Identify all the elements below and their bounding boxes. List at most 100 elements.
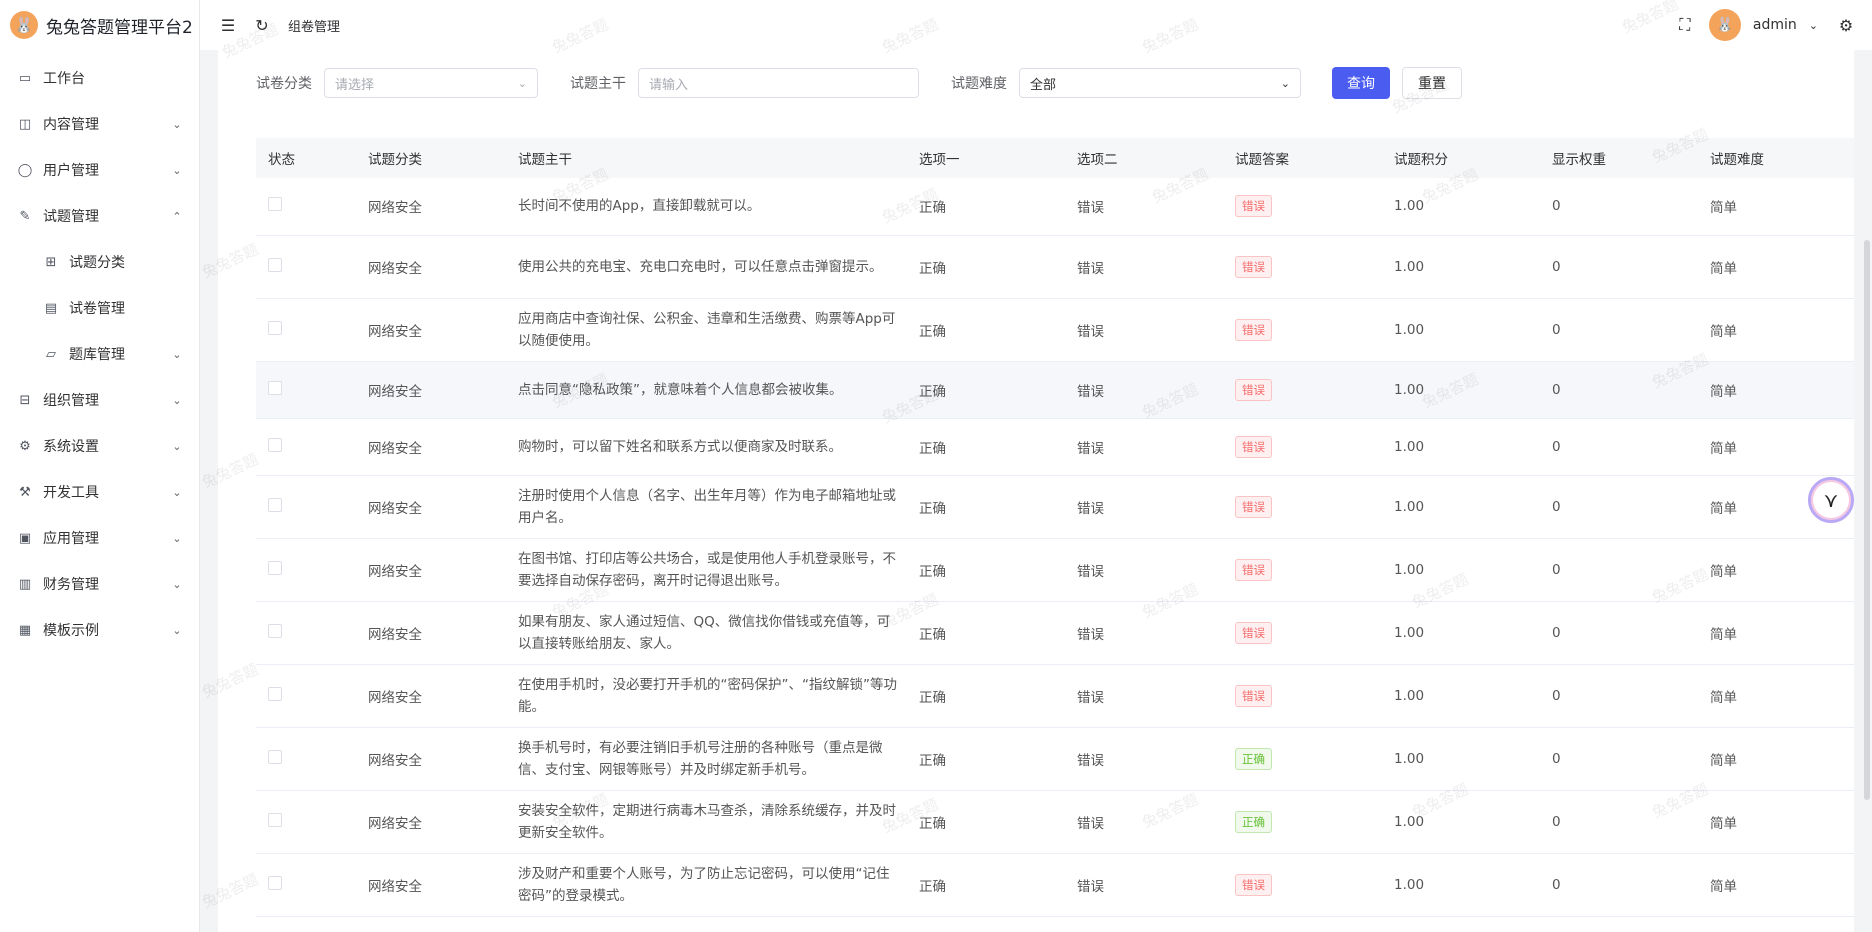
sidebar-item-4[interactable]: ⊞ 试题分类 [0,239,199,285]
status-checkbox[interactable] [268,197,282,212]
stem-cell: 如果有朋友、家人通过短信、QQ、微信找你借钱或充值等，可以直接转账给朋友、家人。 [506,601,907,665]
fullscreen-icon[interactable]: ⛶ [1673,13,1697,37]
status-checkbox[interactable] [268,320,282,335]
status-cell [256,475,356,539]
table-row[interactable]: 网络安全 应用商店中查询社保、公积金、违章和生活缴费、购票等App可以随便使用。 正… [256,298,1854,362]
chart-icon: ▥ [18,576,32,592]
table-row[interactable]: 网络安全 注册时使用个人信息（名字、出生年月等）作为电子邮箱地址或用户名。 正确 错误… [256,475,1854,539]
category-cell: 网络安全 [356,235,506,299]
weight-cell-text: 0 [1552,498,1561,515]
option2-cell-text: 错误 [1077,323,1104,340]
collapse-menu-icon[interactable]: ☰ [216,13,240,37]
sidebar-item-1[interactable]: ◫ 内容管理 ⌄ [0,101,199,147]
category-select[interactable]: 请选择 ⌄ [324,68,538,98]
difficulty-select[interactable]: 全部 ⌄ [1019,68,1301,98]
score-cell: 1.00 [1382,853,1540,917]
option1-cell-text: 正确 [919,260,946,277]
answer-tag: 错误 [1235,621,1272,644]
sidebar-item-11[interactable]: ▥ 财务管理 ⌄ [0,561,199,607]
category-select-placeholder: 请选择 [335,77,375,93]
table-row[interactable]: 网络安全 在使用手机时，没必要打开手机的“密码保护”、“指纹解锁”等功能。 正确 错误… [256,664,1854,728]
status-checkbox[interactable] [268,812,282,827]
weight-cell: 0 [1540,727,1698,791]
answer-cell: 错误 [1223,853,1382,917]
top-header: ☰ ↻ 组卷管理 ⛶ 🐰 admin ⌄ ⚙ [200,0,1872,50]
status-checkbox[interactable] [268,257,282,272]
category-cell-text: 网络安全 [368,440,422,457]
sidebar-item-5[interactable]: ▤ 试卷管理 [0,285,199,331]
option1-cell-text: 正确 [919,626,946,643]
option1-cell [907,916,1065,932]
sidebar-item-0[interactable]: ▭ 工作台 [0,55,199,101]
questions-table: 状态 试题分类 试题主干 选项一 选项二 试题答案 试题积分 显示权重 试题难度 网络安全 长时间… [256,138,1854,932]
answer-tag: 错误 [1235,195,1272,218]
stem-cell-text: 长时间不使用的App，直接卸载就可以。 [518,198,761,215]
sidebar-menu: ▭ 工作台 ◫ 内容管理 ⌄ ◯ 用户管理 ⌄ ✎ 试题管理 ⌃ ⊞ 试题分类 ▤ 试卷管理 ▱ 题库管理 ⌄ ⊟ 组… [0,55,199,653]
avatar[interactable]: 🐰 [1708,9,1741,41]
sidebar-item-6[interactable]: ▱ 题库管理 ⌄ [0,331,199,377]
sidebar-item-7[interactable]: ⊟ 组织管理 ⌄ [0,377,199,423]
answer-cell: 错误 [1223,418,1382,476]
sidebar-item-label: 系统设置 [43,439,99,455]
status-cell [256,916,356,932]
table-row[interactable]: 网络安全 换手机号时，有必要注销旧手机号注册的各种账号（重点是微信、支付宝、网银等… [256,727,1854,791]
score-cell: 1.00 [1382,418,1540,476]
stem-cell-text: 在图书馆、打印店等公共场合，或是使用他人手机登录账号，不要选择自动保存密码，离开… [518,550,896,589]
sidebar-item-3[interactable]: ✎ 试题管理 ⌃ [0,193,199,239]
answer-tag: 错误 [1235,435,1272,458]
sidebar-item-12[interactable]: ▦ 模板示例 ⌄ [0,607,199,653]
refresh-icon[interactable]: ↻ [250,13,274,37]
answer-tag: 错误 [1235,495,1272,518]
option2-cell: 错误 [1065,361,1223,419]
stem-cell-text: 在使用手机时，没必要打开手机的“密码保护”、“指纹解锁”等功能。 [518,676,897,715]
score-cell: 1.00 [1382,727,1540,791]
table-row[interactable]: 网络安全 安装安全软件，定期进行病毒木马查杀，清除系统缓存，并及时更新安全软件。 正… [256,790,1854,854]
page-scrollbar[interactable] [1864,240,1870,800]
answer-cell: 错误 [1223,361,1382,419]
stem-search-input[interactable]: 请输入 [638,68,919,98]
weight-cell-text: 0 [1552,561,1561,578]
table-row[interactable]: 网络安全 购物时，可以留下姓名和联系方式以便商家及时联系。 正确 错误 错误 1.00 0 简… [256,418,1854,476]
status-checkbox[interactable] [268,560,282,575]
status-checkbox[interactable] [268,437,282,452]
search-button[interactable]: 查询 [1332,67,1390,99]
status-checkbox[interactable] [268,686,282,701]
difficulty-cell-text: 简单 [1710,752,1737,769]
difficulty-cell: 简单 [1698,664,1854,728]
status-checkbox[interactable] [268,749,282,764]
username[interactable]: admin [1753,17,1797,33]
sidebar-item-10[interactable]: ▣ 应用管理 ⌄ [0,515,199,561]
option2-cell-text: 错误 [1077,500,1104,517]
assistant-float-icon[interactable]: ⋎ [1808,477,1854,523]
table-row[interactable]: 网络安全 如果有朋友、家人通过短信、QQ、微信找你借钱或充值等，可以直接转账给朋友… [256,601,1854,665]
weight-cell: 0 [1540,178,1698,236]
score-cell: 1.00 [1382,475,1540,539]
sidebar-item-2[interactable]: ◯ 用户管理 ⌄ [0,147,199,193]
table-row[interactable]: 网络安全 在图书馆、打印店等公共场合，或是使用他人手机登录账号，不要选择自动保存密… [256,538,1854,602]
answer-tag: 错误 [1235,873,1272,896]
gear-icon[interactable]: ⚙ [1834,13,1858,37]
table-row[interactable]: 网络安全 涉及财产和重要个人账号，为了防止忘记密码，可以使用“记住密码”的登录模式… [256,853,1854,917]
status-checkbox[interactable] [268,623,282,638]
table-row[interactable]: 网络安全 点击同意“隐私政策”，就意味着个人信息都会被收集。 正确 错误 错误 1.00 0… [256,361,1854,419]
table-row[interactable]: 任何App或个人需要获取他人个人信息，应当依法取得同意并 [256,916,1854,932]
sidebar-item-8[interactable]: ⚙ 系统设置 ⌄ [0,423,199,469]
status-checkbox[interactable] [268,497,282,512]
chevron-down-icon: ⌄ [172,439,182,453]
option1-cell: 正确 [907,727,1065,791]
reset-button[interactable]: 重置 [1402,67,1462,99]
table-row[interactable]: 网络安全 使用公共的充电宝、充电口充电时，可以任意点击弹窗提示。 正确 错误 错误 1.0… [256,235,1854,299]
rabbit-logo-icon: 🐰 [10,11,38,39]
sidebar-item-9[interactable]: ⚒ 开发工具 ⌄ [0,469,199,515]
status-checkbox[interactable] [268,875,282,890]
status-checkbox[interactable] [268,380,282,395]
difficulty-cell-text: 简单 [1710,383,1737,400]
breadcrumb: 组卷管理 [288,19,341,35]
answer-tag: 错误 [1235,684,1272,707]
column-header: 选项一 [919,152,960,168]
table-row[interactable]: 网络安全 长时间不使用的App，直接卸载就可以。 正确 错误 错误 1.00 0 简单 [256,178,1854,236]
stem-cell-text: 如果有朋友、家人通过短信、QQ、微信找你借钱或充值等，可以直接转账给朋友、家人。 [518,613,891,652]
option1-cell-text: 正确 [919,383,946,400]
chevron-down-icon[interactable]: ⌄ [1809,19,1818,32]
sidebar-item-label: 试题分类 [69,255,125,271]
